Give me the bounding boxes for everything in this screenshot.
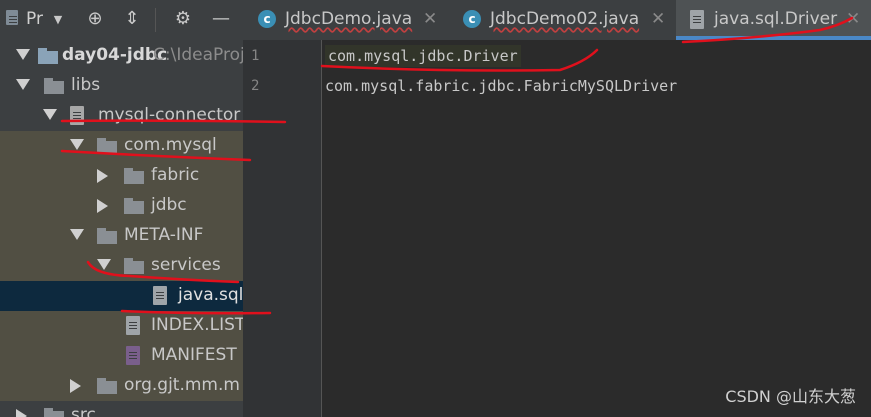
tree-item-package[interactable]: jdbc	[0, 191, 243, 221]
tree-item-label: fabric	[151, 165, 200, 185]
expand-arrow-icon[interactable]	[16, 49, 30, 60]
tab-label: JdbcDemo.java	[285, 9, 413, 29]
expand-arrow-icon[interactable]	[16, 79, 30, 90]
java-class-icon: c	[463, 10, 481, 28]
expand-arrow-icon[interactable]	[43, 109, 57, 120]
module-path: C:\IdeaProj	[153, 45, 243, 65]
manifest-icon	[126, 346, 140, 365]
collapse-all-icon[interactable]: ⇕	[121, 8, 143, 30]
folder-icon	[97, 228, 117, 244]
tab-jdbcdemo[interactable]: c JdbcDemo.java ✕	[243, 0, 448, 40]
tree-item-label: java.sql	[178, 285, 243, 305]
project-panel: Pr ▼ ⊕ ⇕ ⚙ — day04-jdbc C:\IdeaProj libs…	[0, 0, 243, 417]
tree-item-label: mysql-connector	[98, 105, 241, 125]
editor-tabs: c JdbcDemo.java ✕ c JdbcDemo02.java ✕ ja…	[243, 0, 871, 40]
line-number: 1	[251, 48, 260, 64]
tree-item-label: services	[151, 255, 221, 275]
locate-icon[interactable]: ⊕	[84, 8, 106, 30]
tree-item-label: day04-jdbc	[62, 45, 168, 65]
tree-item-label: META-INF	[124, 225, 204, 245]
collapse-arrow-icon[interactable]	[16, 409, 27, 417]
jar-icon	[70, 106, 84, 125]
tree-item-label: org.gjt.mm.m	[124, 375, 240, 395]
package-icon	[97, 138, 117, 154]
minimize-icon[interactable]: —	[210, 8, 232, 30]
tree-item-label: MANIFEST	[151, 345, 237, 365]
code-line[interactable]: com.mysql.jdbc.Driver	[325, 45, 521, 67]
module-folder-icon	[38, 48, 58, 64]
package-icon	[124, 168, 144, 184]
tree-item-jar[interactable]: mysql-connector	[0, 101, 243, 131]
tree-item-file[interactable]: MANIFEST	[0, 341, 243, 371]
tab-java-sql-driver[interactable]: java.sql.Driver ✕	[676, 0, 871, 40]
dropdown-icon[interactable]: ▼	[47, 9, 69, 31]
tree-item-folder[interactable]: services	[0, 251, 243, 281]
tree-item-label: src	[71, 405, 96, 417]
expand-arrow-icon[interactable]	[70, 139, 84, 150]
tree-item-package[interactable]: com.mysql	[0, 131, 243, 161]
expand-arrow-icon[interactable]	[70, 229, 84, 240]
tree-item-label: com.mysql	[124, 135, 217, 155]
package-icon	[97, 378, 117, 394]
tree-item-file-selected[interactable]: java.sql	[0, 281, 243, 311]
tree-item-libs[interactable]: libs	[0, 71, 243, 101]
folder-icon	[124, 258, 144, 274]
tree-item-label: jdbc	[151, 195, 187, 215]
gear-icon[interactable]: ⚙	[172, 8, 194, 30]
text-file-icon	[153, 286, 167, 305]
close-icon[interactable]: ✕	[846, 9, 860, 29]
text-file-icon	[126, 316, 140, 335]
tree-item-package[interactable]: fabric	[0, 161, 243, 191]
line-number: 2	[251, 78, 260, 94]
java-class-icon: c	[258, 10, 276, 28]
tree-item-package[interactable]: org.gjt.mm.m	[0, 371, 243, 401]
text-file-icon	[690, 10, 704, 29]
collapse-arrow-icon[interactable]	[97, 169, 108, 183]
line-number-gutter: 1 2	[243, 40, 321, 417]
expand-arrow-icon[interactable]	[97, 259, 111, 270]
close-icon[interactable]: ✕	[423, 9, 437, 29]
project-view-icon	[6, 10, 18, 25]
tab-label: JdbcDemo02.java	[490, 9, 640, 29]
tree-item-file[interactable]: INDEX.LIST	[0, 311, 243, 341]
tree-item-label: libs	[71, 75, 101, 95]
folder-icon	[44, 78, 64, 94]
code-editor[interactable]: com.mysql.jdbc.Driver com.mysql.fabric.j…	[322, 40, 871, 417]
tree-item-module[interactable]: day04-jdbc C:\IdeaProj	[0, 41, 243, 71]
tab-jdbcdemo02[interactable]: c JdbcDemo02.java ✕	[448, 0, 676, 40]
tree-item-folder[interactable]: src	[0, 401, 243, 417]
tree-item-label: INDEX.LIST	[151, 315, 243, 335]
project-toolbar: Pr ▼ ⊕ ⇕ ⚙ —	[0, 0, 243, 40]
close-icon[interactable]: ✕	[651, 9, 665, 29]
watermark: CSDN @山东大葱	[725, 387, 856, 406]
tree-item-folder[interactable]: META-INF	[0, 221, 243, 251]
folder-icon	[44, 408, 64, 417]
collapse-arrow-icon[interactable]	[70, 379, 81, 393]
package-icon	[124, 198, 144, 214]
collapse-arrow-icon[interactable]	[97, 199, 108, 213]
code-line[interactable]: com.mysql.fabric.jdbc.FabricMySQLDriver	[325, 77, 677, 95]
tab-label: java.sql.Driver	[714, 9, 838, 29]
project-title[interactable]: Pr	[26, 9, 43, 29]
